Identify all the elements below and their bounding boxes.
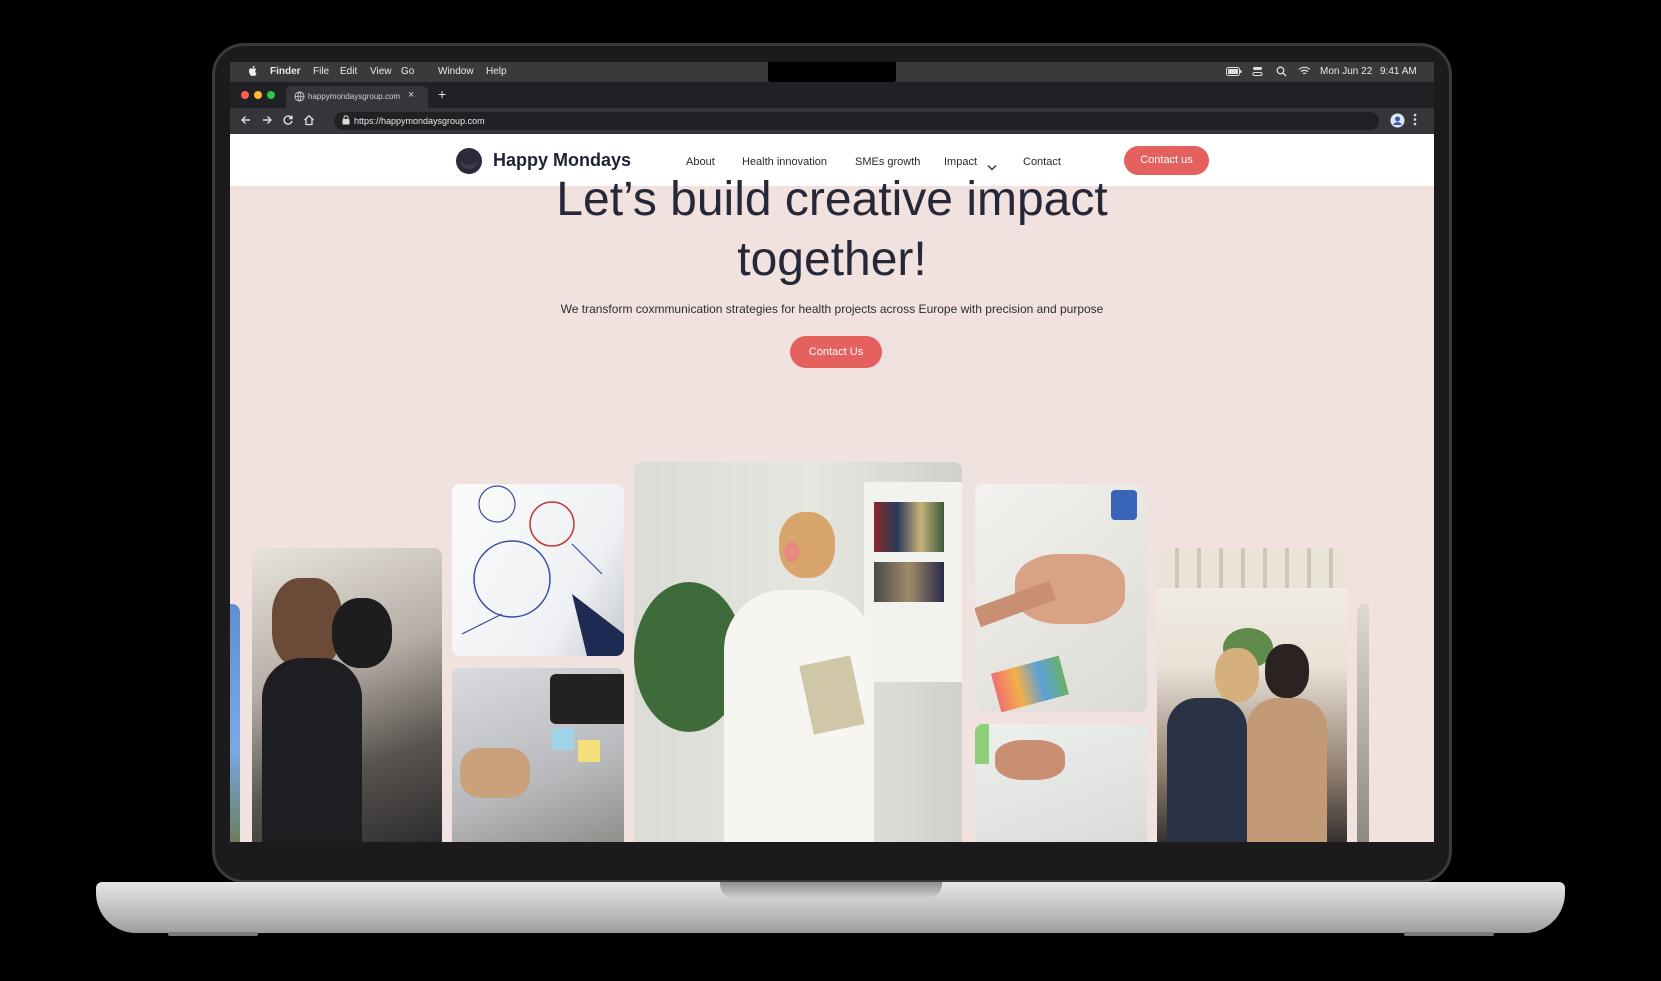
gallery-photo-planning-desk bbox=[975, 724, 1147, 842]
tab-title: happymondaysgroup.com bbox=[308, 92, 401, 101]
wifi-icon[interactable] bbox=[1298, 66, 1311, 79]
laptop-foot-left bbox=[168, 932, 258, 936]
menu-go[interactable]: Go bbox=[401, 66, 414, 77]
gallery-photo-edge-right bbox=[1357, 604, 1369, 842]
globe-icon bbox=[294, 91, 305, 104]
hero-title: Let’s build creative impact together! bbox=[420, 170, 1244, 290]
new-tab-button[interactable]: + bbox=[438, 86, 446, 102]
hero-title-line-1: Let’s build creative impact bbox=[556, 173, 1108, 226]
brand-name[interactable]: Happy Mondays bbox=[493, 150, 631, 171]
photo-detail bbox=[578, 740, 600, 762]
photo-detail bbox=[1111, 490, 1137, 520]
gallery-photo-edge-left bbox=[230, 604, 240, 842]
photo-detail bbox=[1157, 548, 1347, 588]
url-text: https://happymondaysgroup.com bbox=[354, 116, 485, 126]
address-bar[interactable]: https://happymondaysgroup.com bbox=[334, 112, 1379, 130]
photo-detail bbox=[1215, 648, 1259, 702]
profile-icon[interactable] bbox=[1390, 113, 1405, 133]
menu-window[interactable]: Window bbox=[438, 66, 474, 77]
close-icon[interactable]: × bbox=[408, 89, 414, 101]
photo-detail bbox=[1247, 698, 1327, 842]
hero-contact-button[interactable]: Contact Us bbox=[790, 336, 882, 368]
whiteboard-sketch bbox=[461, 485, 624, 656]
photo-detail bbox=[262, 658, 362, 842]
photo-detail bbox=[784, 542, 800, 562]
gallery-photo-whiteboard bbox=[452, 484, 624, 656]
gallery-photo-workshop-attendees bbox=[252, 548, 442, 842]
control-center-icon[interactable] bbox=[1252, 66, 1263, 80]
nav-about[interactable]: About bbox=[686, 156, 715, 168]
photo-detail bbox=[995, 740, 1065, 780]
photo-detail bbox=[1265, 644, 1309, 698]
menubar-time: 9:41 AM bbox=[1380, 66, 1417, 77]
more-icon[interactable] bbox=[1413, 113, 1417, 131]
photo-detail bbox=[975, 724, 989, 764]
nav-smes-growth[interactable]: SMEs growth bbox=[855, 156, 920, 168]
forward-icon[interactable] bbox=[261, 113, 273, 131]
menubar-app-name[interactable]: Finder bbox=[270, 66, 301, 77]
gallery-photo-team-fist-bump bbox=[975, 484, 1147, 712]
window-zoom-button[interactable] bbox=[267, 91, 275, 99]
nav-impact[interactable]: Impact bbox=[944, 156, 977, 168]
laptop-screen: Finder File Edit View Go Window Help Mon… bbox=[230, 62, 1434, 842]
menubar-date: Mon Jun 22 bbox=[1320, 66, 1373, 77]
home-icon[interactable] bbox=[303, 113, 315, 131]
hero-title-line-2: together! bbox=[737, 233, 927, 286]
browser-tab[interactable]: happymondaysgroup.com × bbox=[286, 86, 428, 108]
battery-icon[interactable] bbox=[1226, 67, 1242, 79]
search-icon[interactable] bbox=[1276, 66, 1287, 80]
back-icon[interactable] bbox=[240, 113, 252, 131]
menu-help[interactable]: Help bbox=[486, 66, 507, 77]
menu-file[interactable]: File bbox=[313, 66, 329, 77]
menu-edit[interactable]: Edit bbox=[340, 66, 357, 77]
laptop-base-notch bbox=[720, 882, 942, 898]
nav-health-innovation[interactable]: Health innovation bbox=[742, 156, 827, 168]
photo-detail bbox=[874, 562, 944, 602]
webpage: Happy Mondays About Health innovation SM… bbox=[230, 134, 1434, 842]
photo-detail bbox=[874, 502, 944, 552]
gallery-photo-woman-headphones bbox=[634, 462, 962, 842]
photo-detail bbox=[550, 674, 624, 724]
photo-detail bbox=[460, 748, 530, 798]
photo-detail bbox=[332, 598, 392, 668]
lock-icon bbox=[342, 115, 350, 127]
laptop-foot-right bbox=[1404, 932, 1494, 936]
gallery-photo-group-discussion bbox=[1157, 548, 1347, 842]
photo-detail bbox=[991, 655, 1069, 712]
photo-detail bbox=[552, 728, 574, 750]
browser-toolbar: https://happymondaysgroup.com bbox=[230, 108, 1434, 134]
apple-icon[interactable] bbox=[248, 65, 258, 80]
photo-detail bbox=[1167, 698, 1247, 842]
window-close-button[interactable] bbox=[241, 91, 249, 99]
window-minimize-button[interactable] bbox=[254, 91, 262, 99]
menu-view[interactable]: View bbox=[370, 66, 392, 77]
reload-icon[interactable] bbox=[282, 113, 294, 131]
hero-subtitle: We transform coxmmunication strategies f… bbox=[560, 302, 1104, 316]
nav-contact[interactable]: Contact bbox=[1023, 156, 1061, 168]
gallery-photo-desk-notes bbox=[452, 668, 624, 842]
browser-tab-bar: happymondaysgroup.com × + bbox=[230, 82, 1434, 108]
